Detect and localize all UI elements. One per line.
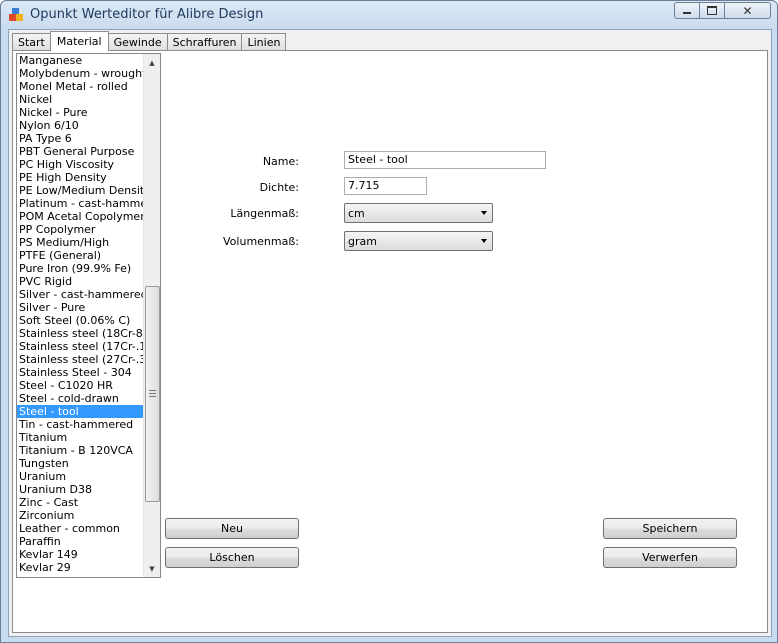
material-panel: Manganese Molybdenum - wrought Monel Metal…	[12, 50, 768, 633]
list-item[interactable]: PP Copolymer	[17, 223, 143, 236]
list-item[interactable]: Soft Steel (0.06% C)	[17, 314, 143, 327]
chevron-down-icon	[481, 211, 487, 215]
laengenmass-value: cm	[348, 207, 365, 220]
list-item[interactable]: Zinc - Cast	[17, 496, 143, 509]
list-item[interactable]: Platinum - cast-hammered	[17, 197, 143, 210]
list-item[interactable]: Silver - Pure	[17, 301, 143, 314]
list-item[interactable]: Paraffin	[17, 535, 143, 548]
tab-strip: Start Material Gewinde Schraffuren Linie…	[12, 31, 287, 51]
list-item[interactable]: Uranium D38	[17, 483, 143, 496]
scroll-down-arrow-icon[interactable]: ▼	[144, 560, 160, 577]
speichern-button[interactable]: Speichern	[603, 518, 737, 539]
minimize-button[interactable]	[674, 2, 700, 19]
loeschen-button[interactable]: Löschen	[165, 547, 299, 568]
maximize-icon	[707, 6, 717, 15]
list-item[interactable]: Nickel - Pure	[17, 106, 143, 119]
list-item[interactable]: PE Low/Medium Density	[17, 184, 143, 197]
material-list-items: Manganese Molybdenum - wrought Monel Metal…	[17, 54, 143, 574]
list-item[interactable]: PA Type 6	[17, 132, 143, 145]
list-item[interactable]: Stainless Steel - 304	[17, 366, 143, 379]
volumenmass-select[interactable]: gram	[344, 231, 493, 251]
tab-start[interactable]: Start	[12, 33, 51, 51]
list-item[interactable]: Stainless steel (17Cr-.12C)	[17, 340, 143, 353]
title-bar[interactable]: Opunkt Werteditor für Alibre Design ✕	[1, 1, 777, 29]
list-item[interactable]: POM Acetal Copolymer	[17, 210, 143, 223]
list-item[interactable]: Tungsten	[17, 457, 143, 470]
volumenmass-value: gram	[348, 235, 377, 248]
list-item[interactable]: Zirconium	[17, 509, 143, 522]
list-item[interactable]: Uranium	[17, 470, 143, 483]
caption-buttons: ✕	[674, 2, 771, 19]
tab-schraffuren[interactable]: Schraffuren	[166, 33, 243, 51]
list-item[interactable]: Silver - cast-hammered	[17, 288, 143, 301]
dichte-label: Dichte:	[259, 181, 299, 194]
list-item[interactable]: Manganese	[17, 54, 143, 67]
dichte-field[interactable]: 7.715	[344, 177, 427, 195]
scroll-up-arrow-icon[interactable]: ▲	[144, 54, 160, 71]
tab-linien[interactable]: Linien	[241, 33, 287, 51]
client-area: Start Material Gewinde Schraffuren Linie…	[8, 29, 772, 637]
neu-button[interactable]: Neu	[165, 518, 299, 539]
list-item[interactable]: Leather - common	[17, 522, 143, 535]
tab-gewinde[interactable]: Gewinde	[107, 33, 168, 51]
volumenmass-label: Volumenmaß:	[223, 235, 299, 248]
name-field[interactable]: Steel - tool	[344, 151, 546, 169]
list-item[interactable]: PVC Rigid	[17, 275, 143, 288]
list-item[interactable]: PC High Viscosity	[17, 158, 143, 171]
chevron-down-icon	[481, 239, 487, 243]
list-item[interactable]: Stainless steel (18Cr-8Ni)	[17, 327, 143, 340]
list-item[interactable]: Stainless steel (27Cr-.35C)	[17, 353, 143, 366]
list-item[interactable]: Steel - tool	[17, 405, 143, 418]
verwerfen-button[interactable]: Verwerfen	[603, 547, 737, 568]
list-item[interactable]: PS Medium/High	[17, 236, 143, 249]
list-item[interactable]: Steel - C1020 HR	[17, 379, 143, 392]
laengenmass-select[interactable]: cm	[344, 203, 493, 223]
list-item[interactable]: Titanium	[17, 431, 143, 444]
list-item[interactable]: Nickel	[17, 93, 143, 106]
list-item[interactable]: Nylon 6/10	[17, 119, 143, 132]
list-item[interactable]: Kevlar 149	[17, 548, 143, 561]
list-item[interactable]: Steel - cold-drawn	[17, 392, 143, 405]
listbox-scrollbar[interactable]: ▲ ▼	[143, 54, 160, 577]
list-item[interactable]: Molybdenum - wrought	[17, 67, 143, 80]
close-icon: ✕	[742, 3, 753, 18]
close-button[interactable]: ✕	[725, 2, 771, 19]
list-item[interactable]: Tin - cast-hammered	[17, 418, 143, 431]
list-item[interactable]: Titanium - B 120VCA	[17, 444, 143, 457]
list-item[interactable]: PBT General Purpose	[17, 145, 143, 158]
list-item[interactable]: Pure Iron (99.9% Fe)	[17, 262, 143, 275]
name-label: Name:	[262, 155, 299, 168]
tab-material[interactable]: Material	[49, 31, 109, 51]
scrollbar-thumb[interactable]	[145, 286, 160, 502]
list-item[interactable]: PE High Density	[17, 171, 143, 184]
app-window: Opunkt Werteditor für Alibre Design ✕ St…	[0, 0, 778, 643]
material-listbox[interactable]: Manganese Molybdenum - wrought Monel Metal…	[16, 53, 161, 578]
maximize-button[interactable]	[700, 2, 725, 19]
window-title: Opunkt Werteditor für Alibre Design	[30, 7, 264, 22]
app-icon	[9, 8, 23, 21]
scrollbar-grip-icon	[149, 390, 156, 399]
list-item[interactable]: Kevlar 29	[17, 561, 143, 574]
list-item[interactable]: Monel Metal - rolled	[17, 80, 143, 93]
laengenmass-label: Längenmaß:	[230, 207, 299, 220]
list-item[interactable]: PTFE (General)	[17, 249, 143, 262]
minimize-icon	[683, 12, 691, 14]
